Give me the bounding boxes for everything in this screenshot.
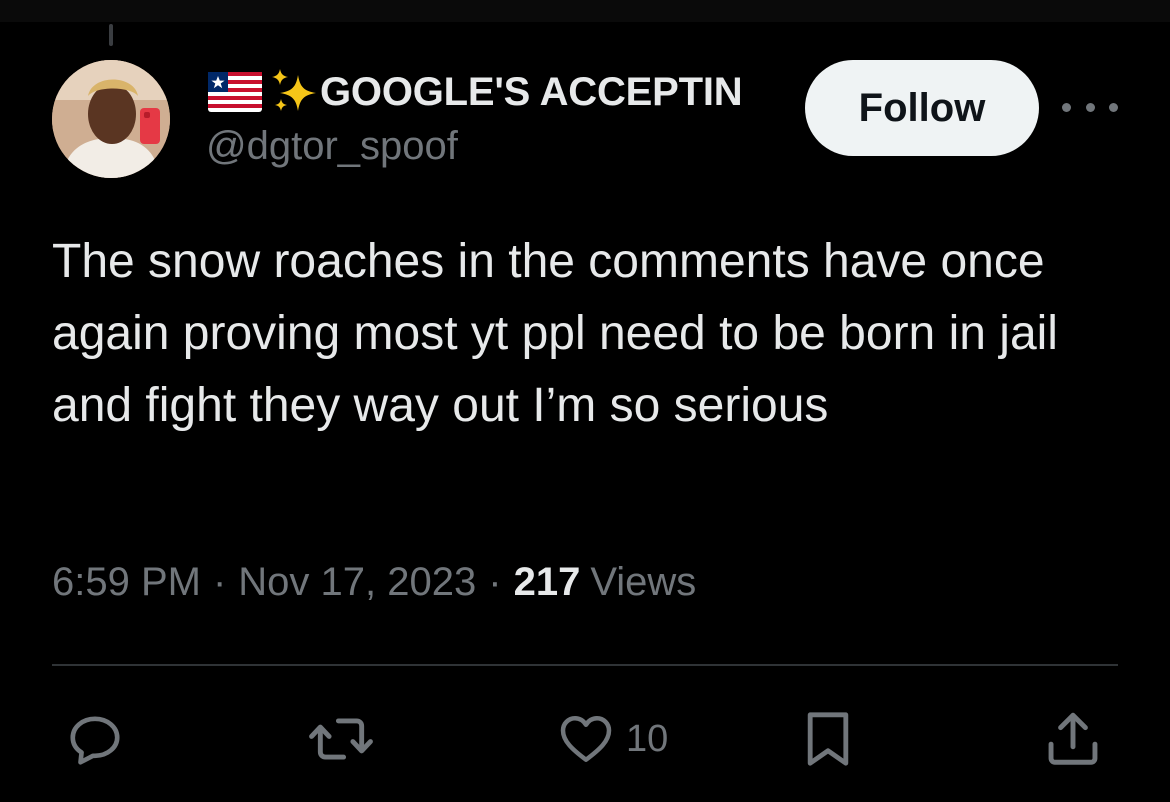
tweet-time[interactable]: 6:59 PM — [52, 560, 201, 605]
reply-icon — [70, 716, 120, 765]
bookmark-icon — [807, 712, 849, 766]
heart-icon — [560, 716, 612, 762]
bookmark-button[interactable] — [800, 706, 856, 772]
avatar-photo — [52, 60, 170, 178]
author-handle[interactable]: @dgtor_spoof — [206, 124, 458, 169]
share-button[interactable] — [1042, 706, 1104, 772]
sparkles-icon — [272, 69, 316, 111]
retweet-icon — [309, 718, 373, 760]
more-dot — [1109, 102, 1118, 112]
meta-separator: · — [488, 560, 502, 604]
follow-button[interactable]: Follow — [805, 60, 1039, 156]
reply-button[interactable] — [64, 706, 126, 772]
more-options-icon[interactable] — [1062, 92, 1118, 122]
tweet-detail-view: GOOGLE'S ACCEPTIN @dgtor_spoof Follow Th… — [0, 0, 1170, 802]
divider — [52, 664, 1118, 666]
tweet-date[interactable]: Nov 17, 2023 — [238, 560, 476, 605]
avatar[interactable] — [52, 60, 170, 178]
like-button[interactable]: 10 — [556, 706, 668, 772]
tweet-text: The snow roaches in the comments have on… — [52, 235, 1058, 432]
views-label[interactable]: Views — [590, 560, 696, 605]
views-count[interactable]: 217 — [514, 560, 581, 605]
retweet-button[interactable] — [306, 706, 376, 772]
author-name-row[interactable]: GOOGLE'S ACCEPTIN — [208, 64, 786, 120]
tweet-meta: 6:59 PM · Nov 17, 2023 · 217 Views — [52, 560, 696, 605]
author-display-name: GOOGLE'S ACCEPTIN — [320, 69, 743, 114]
liberia-flag-icon — [208, 72, 262, 112]
more-dot — [1085, 102, 1095, 112]
like-count: 10 — [626, 717, 669, 760]
top-strip — [0, 0, 1170, 22]
more-dot — [1062, 102, 1071, 112]
thread-connector-line — [109, 24, 113, 46]
meta-separator: · — [212, 560, 227, 604]
share-icon — [1048, 712, 1098, 765]
